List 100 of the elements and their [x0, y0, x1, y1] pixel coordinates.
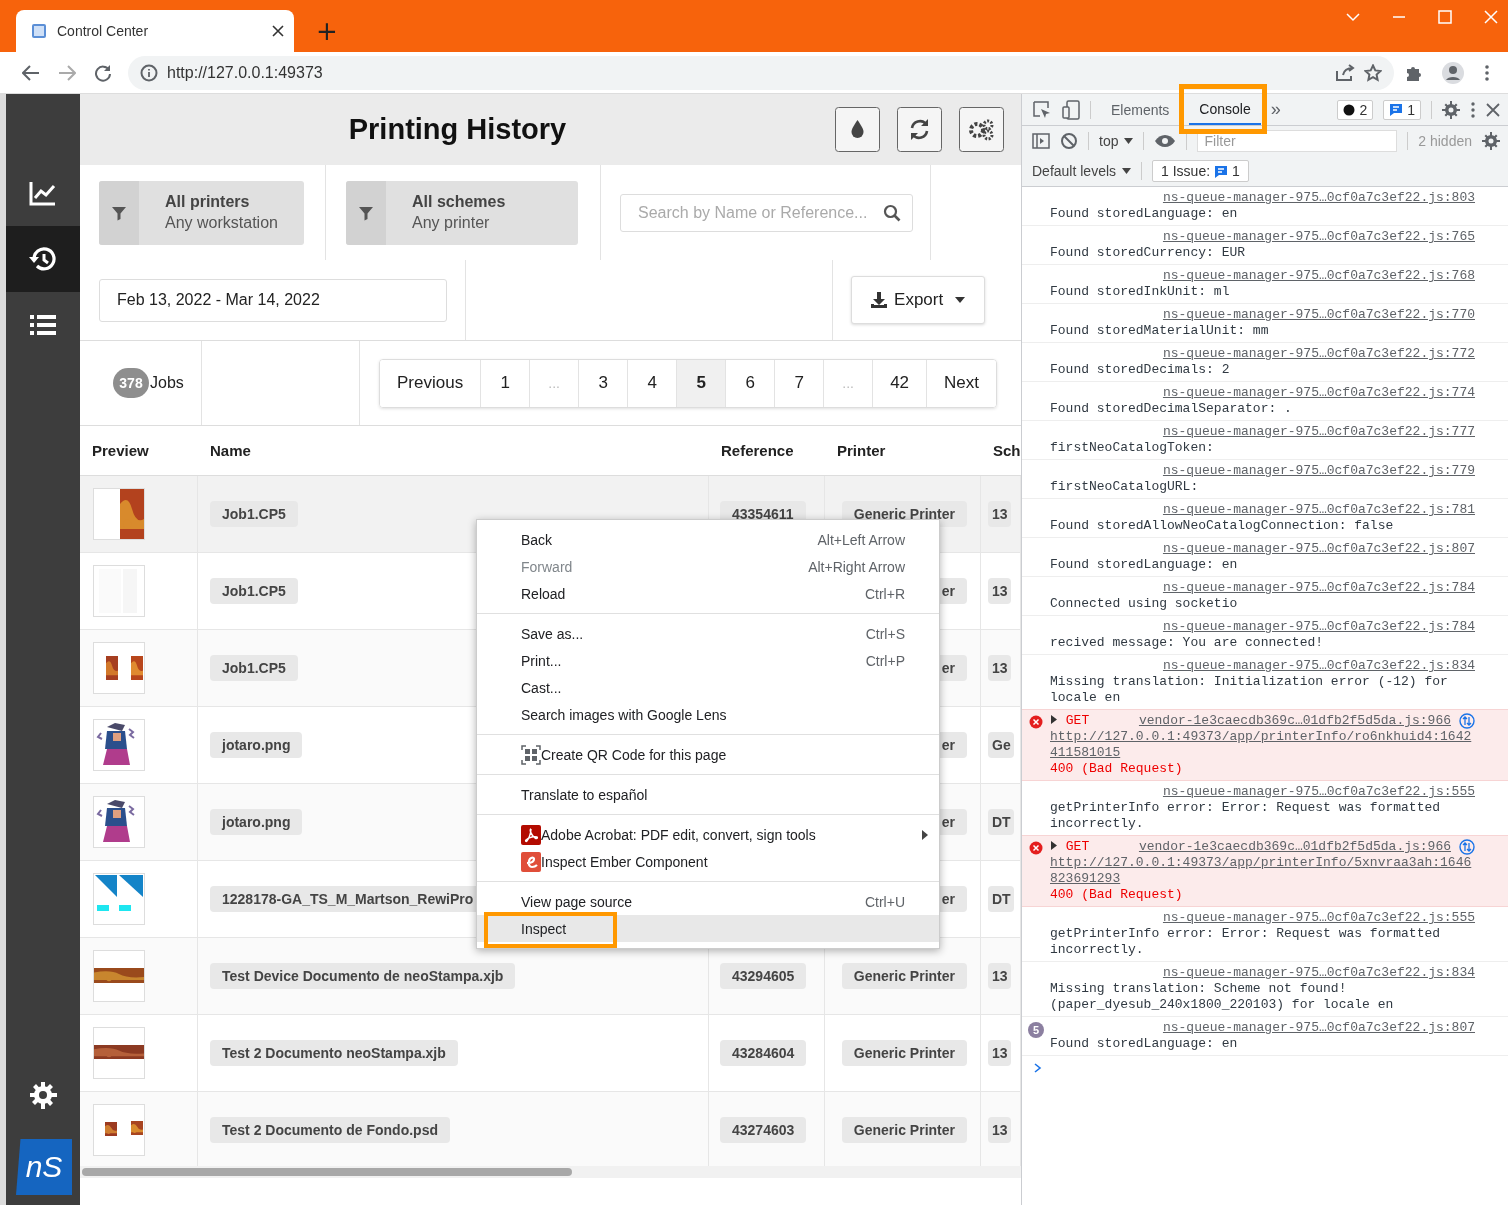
source-link[interactable]: ns-queue-manager-975…0cf0a7c3ef22.js:781	[1162, 502, 1475, 518]
shortcut-label: Alt+Left Arrow	[817, 531, 905, 548]
issue-counter[interactable]: 1	[1383, 99, 1421, 120]
more-tabs-button[interactable]: »	[1270, 99, 1281, 120]
url-link[interactable]: http://127.0.0.1:49373/app/printerInfo/5xnvraa3ah:1646823691293	[1050, 855, 1475, 887]
repeat-count: 5	[1028, 1022, 1044, 1038]
page-button[interactable]: 42	[872, 359, 927, 407]
export-button[interactable]: Export	[851, 276, 985, 324]
menu-item[interactable]: Translate to español	[477, 781, 939, 808]
log-text: Missing translation: Initialization error (-12) for locale en	[1050, 674, 1449, 706]
log-text: Found storedLanguage: en	[1050, 1036, 1239, 1052]
hidden-count: 2 hidden	[1418, 133, 1472, 149]
page-button[interactable]: Previous	[380, 359, 481, 407]
source-link[interactable]: ns-queue-manager-975…0cf0a7c3ef22.js:765	[1162, 229, 1475, 245]
source-link[interactable]: ns-queue-manager-975…0cf0a7c3ef22.js:555	[1162, 784, 1475, 800]
printer-tag: Generic Printer	[841, 1040, 967, 1066]
shortcut-label: Alt+Right Arrow	[808, 558, 905, 575]
log-text: Found storedLanguage: en	[1050, 557, 1239, 573]
column-header[interactable]: Sch	[993, 442, 1021, 459]
error-text: 400 (Bad Request)	[1050, 761, 1184, 777]
reference-tag: 43284604	[720, 1040, 807, 1066]
scheme-tag: 13	[988, 501, 1011, 527]
source-link[interactable]: ns-queue-manager-975…0cf0a7c3ef22.js:777	[1162, 424, 1475, 440]
scheme-tag: Ge	[988, 732, 1014, 758]
menu-item[interactable]: Save as... Ctrl+S	[477, 620, 939, 647]
log-text: getPrinterInfo error: Error: Request was formatted incorrectly.	[1050, 800, 1442, 832]
source-link[interactable]: ns-queue-manager-975…0cf0a7c3ef22.js:807	[1162, 1020, 1475, 1036]
source-link[interactable]: ns-queue-manager-975…0cf0a7c3ef22.js:779	[1162, 463, 1475, 479]
source-link[interactable]: ns-queue-manager-975…0cf0a7c3ef22.js:555	[1162, 910, 1475, 926]
name-tag: Job1.CP5	[210, 655, 298, 681]
name-tag: Test 2 Documento de Fondo.psd	[210, 1117, 450, 1143]
filter-button[interactable]: All printers Any workstation	[99, 180, 304, 245]
levels-dropdown[interactable]: Default levels	[1032, 163, 1132, 179]
filter-button[interactable]: All schemes Any printer	[346, 180, 578, 245]
scheme-tag: 13	[988, 963, 1011, 989]
log-text: Connected using socketio	[1050, 596, 1239, 612]
scheme-tag: 13	[988, 578, 1011, 604]
source-link[interactable]: ns-queue-manager-975…0cf0a7c3ef22.js:807	[1162, 541, 1475, 557]
log-text: getPrinterInfo error: Error: Request was formatted incorrectly.	[1050, 926, 1442, 958]
error-text: 400 (Bad Request)	[1050, 887, 1184, 903]
menu-item[interactable]: Search images with Google Lens	[477, 701, 939, 728]
source-link[interactable]: vendor-1e3caecdb369c…01dfb2f5d5da.js:966	[1138, 839, 1451, 855]
page-button[interactable]: 5	[676, 359, 726, 407]
source-link[interactable]: ns-queue-manager-975…0cf0a7c3ef22.js:774	[1162, 385, 1475, 401]
source-link[interactable]: ns-queue-manager-975…0cf0a7c3ef22.js:834	[1162, 965, 1475, 981]
browser-tab[interactable]: Control Center	[16, 10, 294, 52]
source-link[interactable]: ns-queue-manager-975…0cf0a7c3ef22.js:770	[1162, 307, 1475, 323]
name-tag: Test 2 Documento neoStampa.xjb	[210, 1040, 458, 1066]
name-tag: jotaro.png	[210, 732, 303, 758]
error-counter[interactable]: 2	[1337, 99, 1374, 120]
log-text: Found storedCurrency: EUR	[1050, 245, 1247, 261]
jobs-label: Jobs	[150, 374, 184, 392]
issues-button[interactable]: 1 Issue: 1	[1152, 160, 1249, 182]
page-button[interactable]: 4	[627, 359, 677, 407]
page-button[interactable]: 6	[725, 359, 775, 407]
source-link[interactable]: ns-queue-manager-975…0cf0a7c3ef22.js:768	[1162, 268, 1475, 284]
error-text: GET	[1065, 713, 1090, 728]
page-button[interactable]: 7	[774, 359, 824, 407]
log-text: Found storedInkUnit: ml	[1050, 284, 1231, 300]
search-field[interactable]: Search by Name or Reference...	[620, 193, 913, 232]
log-text: firstNeoCatalogToken:	[1050, 440, 1215, 456]
name-tag: Job1.CP5	[210, 501, 298, 527]
filter-field[interactable]: Filter	[1197, 130, 1398, 152]
column-header[interactable]: Name	[210, 442, 251, 459]
name-tag: jotaro.png	[210, 809, 303, 835]
page-button: ...	[823, 359, 873, 407]
scheme-tag: 13	[988, 655, 1011, 681]
shortcut-label: Ctrl+U	[864, 893, 905, 910]
app-logo: nS	[16, 1139, 72, 1195]
page-button[interactable]: 1	[480, 359, 530, 407]
column-header[interactable]: Reference	[721, 442, 794, 459]
page-button[interactable]: Next	[926, 359, 997, 407]
column-header[interactable]: Preview	[92, 442, 149, 459]
shortcut-label: Ctrl+S	[865, 625, 905, 642]
menu-item[interactable]: Back Alt+Left Arrow	[477, 526, 939, 553]
source-link[interactable]: ns-queue-manager-975…0cf0a7c3ef22.js:784	[1162, 619, 1475, 635]
scheme-tag: 13	[988, 1040, 1011, 1066]
log-text: Missing translation: Scheme not found! (paper_dyesub_240x1800_220103) for locale en	[1050, 981, 1395, 1013]
scheme-tag: DT	[988, 809, 1014, 835]
new-tab-button[interactable]: +	[312, 16, 342, 46]
page-button: ...	[529, 359, 579, 407]
source-link[interactable]: vendor-1e3caecdb369c…01dfb2f5d5da.js:966	[1138, 713, 1451, 729]
context-dropdown[interactable]: top	[1099, 133, 1134, 149]
source-link[interactable]: ns-queue-manager-975…0cf0a7c3ef22.js:803	[1162, 190, 1475, 206]
devtools-tab[interactable]: Elements	[1101, 94, 1180, 125]
menu-item[interactable]: Inspect Ember Component	[477, 848, 939, 875]
page-title: Printing History	[347, 113, 568, 146]
source-link[interactable]: ns-queue-manager-975…0cf0a7c3ef22.js:834	[1162, 658, 1475, 674]
printer-tag: Generic Printer	[841, 1117, 967, 1143]
printer-tag: Generic Printer	[841, 963, 967, 989]
shortcut-label: Ctrl+P	[865, 652, 905, 669]
source-link[interactable]: ns-queue-manager-975…0cf0a7c3ef22.js:784	[1162, 580, 1475, 596]
menu-item[interactable]: Inspect	[477, 915, 939, 942]
url-link[interactable]: http://127.0.0.1:49373/app/printerInfo/ro6nkhuid4:1642411581015	[1050, 729, 1475, 761]
date-range-field[interactable]: Feb 13, 2022 - Mar 14, 2022	[99, 278, 447, 322]
column-header[interactable]: Printer	[837, 442, 886, 459]
reference-tag: 43274603	[720, 1117, 807, 1143]
page-button[interactable]: 3	[578, 359, 628, 407]
menu-item: Forward Alt+Right Arrow	[520, 557, 906, 577]
source-link[interactable]: ns-queue-manager-975…0cf0a7c3ef22.js:772	[1162, 346, 1475, 362]
